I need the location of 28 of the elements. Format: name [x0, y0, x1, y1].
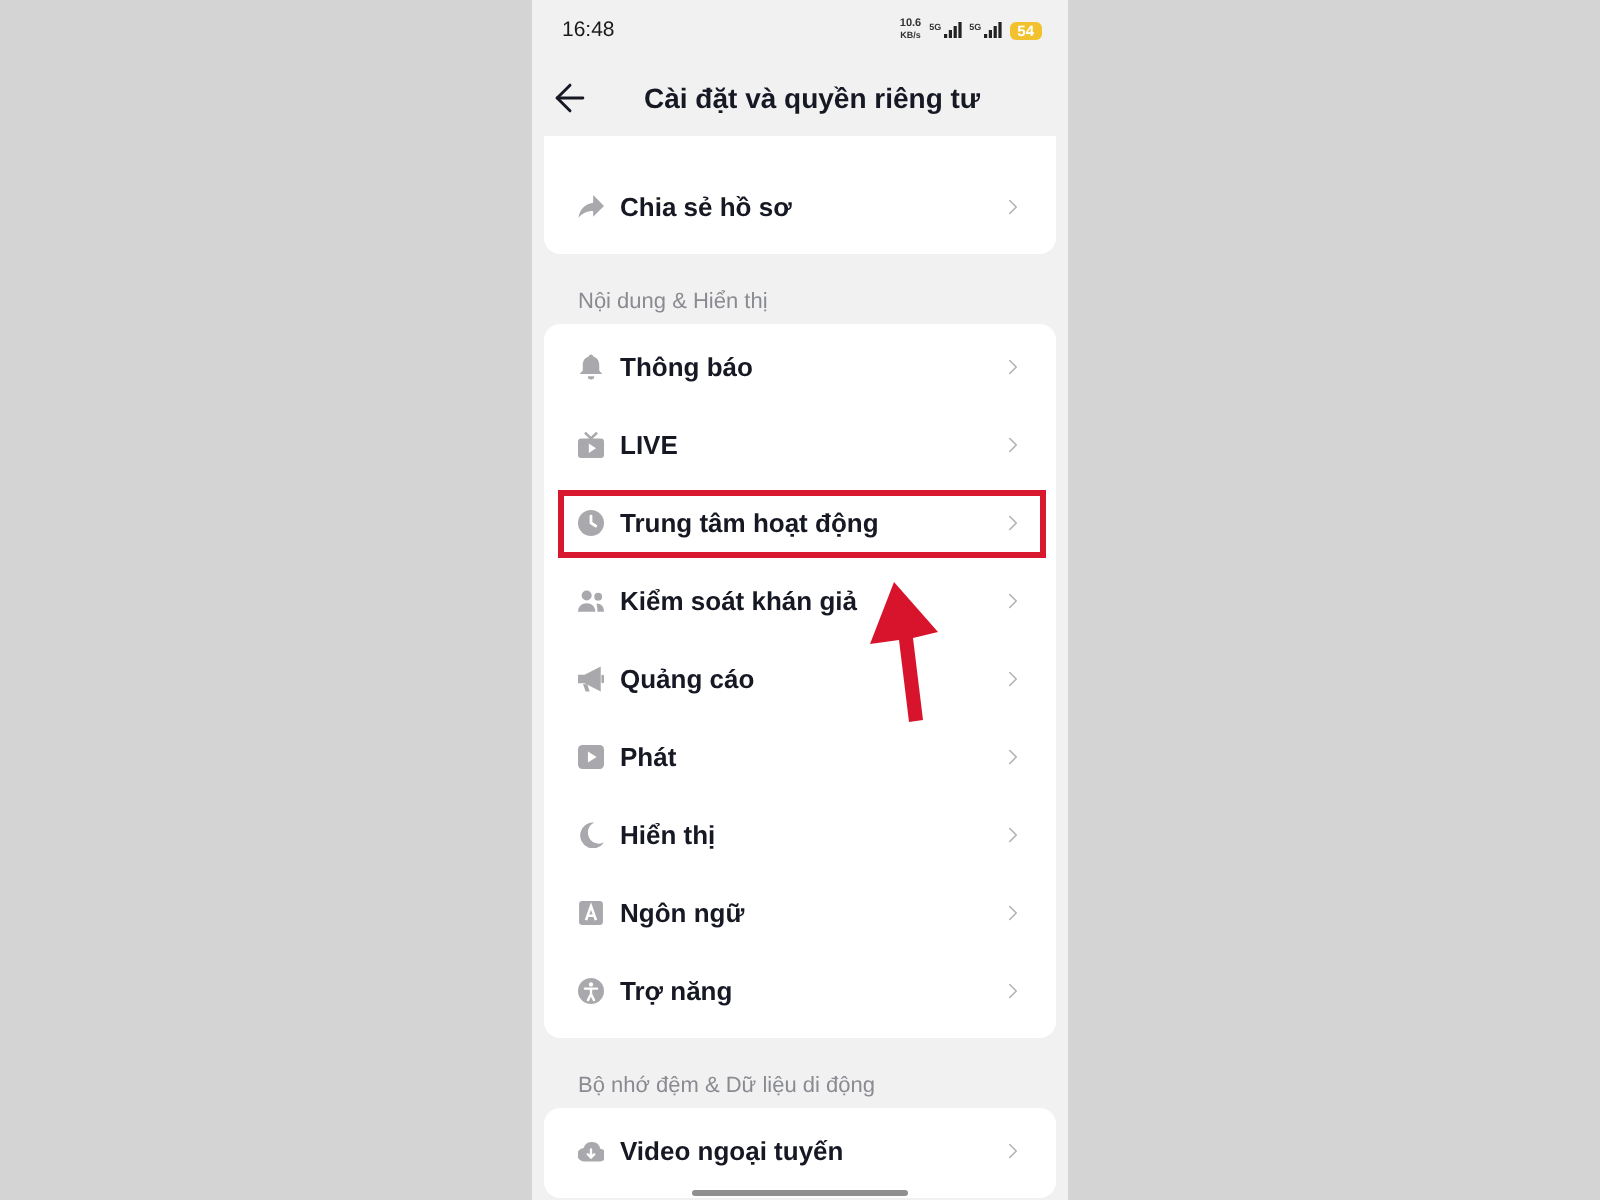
share-arrow-icon	[578, 194, 604, 220]
play-icon	[578, 744, 604, 770]
signal-icon	[943, 22, 962, 38]
settings-item[interactable]: Trợ năng	[544, 952, 1056, 1030]
settings-item[interactable]: Quảng cáo	[544, 640, 1056, 718]
page-title: Cài đặt và quyền riêng tư	[644, 82, 981, 114]
settings-item[interactable]: LIVE	[544, 406, 1056, 484]
signal-icon	[983, 22, 1002, 38]
moon-icon	[578, 822, 604, 848]
settings-item[interactable]: Video ngoại tuyến	[544, 1112, 1056, 1190]
settings-item[interactable]: Trung tâm hoạt động	[544, 484, 1056, 562]
status-time: 16:48	[562, 18, 615, 42]
letter-tile-icon	[578, 900, 604, 926]
settings-item[interactable]: Hiển thị	[544, 796, 1056, 874]
settings-item[interactable]: Chia sẻ hồ sơ	[544, 168, 1056, 246]
settings-item[interactable]: Phát	[544, 718, 1056, 796]
bell-icon	[578, 354, 604, 380]
people-icon	[578, 588, 604, 614]
cloud-download-icon	[578, 1138, 604, 1164]
megaphone-icon	[578, 666, 604, 692]
settings-item[interactable]: Thông báo	[544, 328, 1056, 406]
tv-icon	[578, 432, 604, 458]
section-heading: Bộ nhớ đệm & Dữ liệu di động	[576, 1072, 877, 1102]
section-heading: Nội dung & Hiển thị	[576, 288, 770, 318]
settings-item[interactable]: Kiểm soát khán giả	[544, 562, 1056, 640]
clock-icon	[578, 510, 604, 536]
settings-item[interactable]: Ngôn ngữ	[544, 874, 1056, 952]
accessibility-icon	[578, 978, 604, 1004]
